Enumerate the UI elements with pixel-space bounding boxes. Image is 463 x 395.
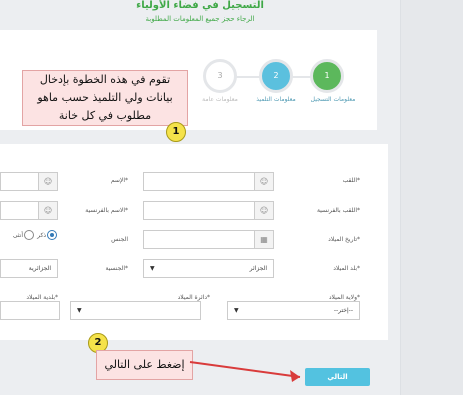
pointer-arrow — [189, 361, 301, 382]
next-button[interactable]: التالي — [305, 368, 370, 386]
